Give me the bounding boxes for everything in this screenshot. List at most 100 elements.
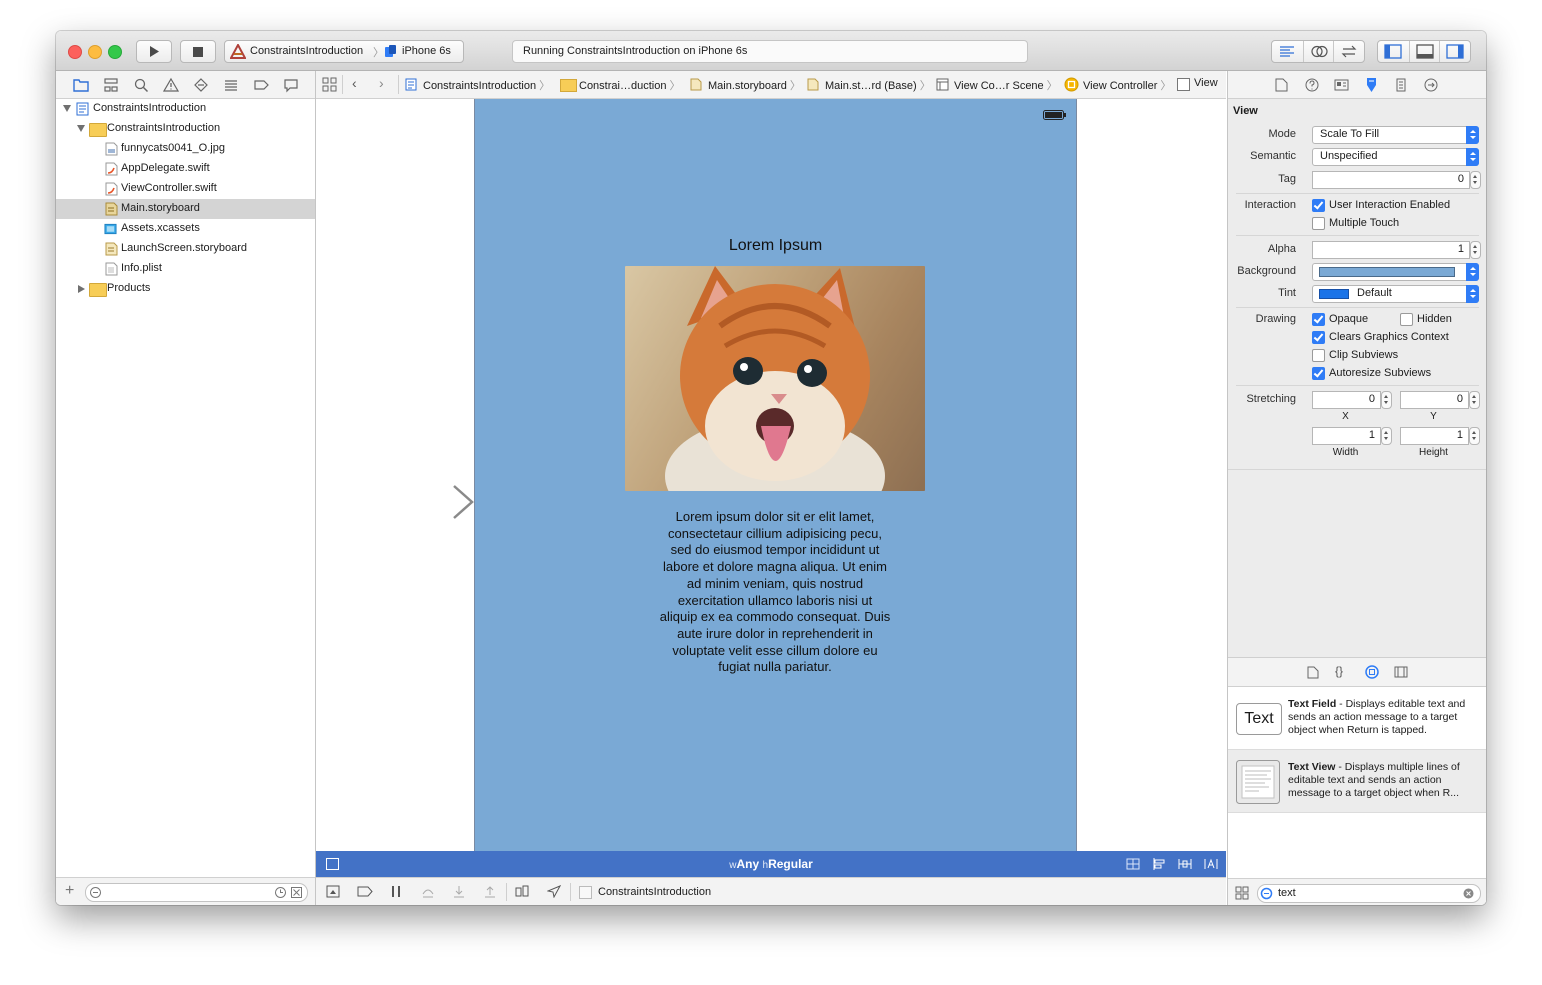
align-icon[interactable] [1152, 858, 1166, 870]
tag-stepper[interactable] [1470, 171, 1481, 189]
user-interaction-checkbox[interactable] [1312, 199, 1325, 212]
recent-files-icon[interactable] [274, 886, 287, 899]
scheme-selector[interactable]: ConstraintsIntroduction 〉 iPhone 6s [224, 40, 464, 63]
resolve-issues-icon[interactable] [1204, 858, 1218, 870]
object-library-icon[interactable] [1365, 665, 1379, 679]
back-icon[interactable]: ‹ [352, 75, 357, 91]
zoom-button[interactable] [108, 45, 122, 59]
background-color-popup[interactable] [1312, 263, 1479, 281]
step-into-icon[interactable] [453, 885, 465, 898]
media-library-icon[interactable] [1394, 666, 1408, 678]
toggle-debug-button[interactable] [1409, 41, 1440, 62]
standard-editor-button[interactable] [1272, 41, 1302, 62]
pause-icon[interactable] [390, 885, 402, 898]
assistant-editor-button[interactable] [1303, 41, 1334, 62]
breadcrumb-item[interactable]: ConstraintsIntroduction 〉 [423, 77, 550, 93]
tree-row-project[interactable]: ConstraintsIntroduction [56, 99, 315, 119]
stretch-x-stepper[interactable] [1381, 391, 1392, 409]
breadcrumb-item[interactable]: Main.storyboard 〉 [708, 77, 801, 93]
file-template-icon[interactable] [1307, 666, 1319, 679]
grid-view-icon[interactable] [1235, 886, 1249, 900]
tree-row-file-selected[interactable]: Main.storyboard [56, 199, 315, 219]
multiple-touch-checkbox[interactable] [1312, 217, 1325, 230]
add-icon[interactable]: + [65, 882, 74, 900]
search-icon[interactable] [133, 77, 149, 93]
tree-row-file[interactable]: AppDelegate.swift [56, 159, 315, 179]
library-filter-input[interactable]: text [1257, 884, 1481, 903]
toggle-navigator-button[interactable] [1378, 41, 1408, 62]
stretch-width-field[interactable]: 1 [1312, 427, 1381, 445]
breadcrumb-item[interactable]: Main.st…rd (Base) 〉 [825, 77, 931, 93]
semantic-popup[interactable]: Unspecified [1312, 148, 1479, 166]
size-class-button[interactable]: wAny hRegular [316, 857, 1226, 871]
title-label[interactable]: Lorem Ipsum [475, 237, 1076, 255]
tree-row-group[interactable]: Products [56, 279, 315, 299]
breadcrumb-item[interactable]: Constrai…duction 〉 [579, 77, 680, 93]
breadcrumb-item[interactable]: View Co…r Scene 〉 [954, 77, 1058, 93]
code-snippet-icon[interactable]: {} [1335, 664, 1343, 678]
breakpoints-toggle-icon[interactable] [357, 885, 373, 898]
stretch-y-field[interactable]: 0 [1400, 391, 1469, 409]
stretch-height-field[interactable]: 1 [1400, 427, 1469, 445]
view-controller-scene[interactable]: Lorem Ipsum Lorem ipsum dolor sit er eli… [474, 99, 1077, 851]
clear-icon[interactable] [1463, 888, 1474, 899]
step-out-icon[interactable] [484, 885, 496, 898]
warning-icon[interactable] [163, 77, 179, 93]
opaque-checkbox[interactable] [1312, 313, 1325, 326]
folder-icon[interactable] [73, 77, 89, 93]
related-items-icon[interactable] [322, 77, 337, 92]
hierarchy-icon[interactable] [103, 77, 119, 93]
clears-graphics-context-checkbox[interactable] [1312, 331, 1325, 344]
tree-row-file[interactable]: LaunchScreen.storyboard [56, 239, 315, 259]
clip-subviews-checkbox[interactable] [1312, 349, 1325, 362]
disclosure-open-icon[interactable] [77, 125, 85, 132]
alpha-field[interactable]: 1 [1312, 241, 1470, 259]
toggle-utilities-button[interactable] [1439, 41, 1470, 62]
tree-row-group[interactable]: ConstraintsIntroduction [56, 119, 315, 139]
minimize-button[interactable] [88, 45, 102, 59]
step-over-icon[interactable] [421, 885, 435, 898]
autoresize-subviews-checkbox[interactable] [1312, 367, 1325, 380]
pin-icon[interactable] [1178, 858, 1192, 870]
stretch-height-stepper[interactable] [1469, 427, 1480, 445]
identity-inspector-icon[interactable] [1334, 78, 1349, 92]
version-editor-button[interactable] [1333, 41, 1364, 62]
test-icon[interactable] [193, 77, 209, 93]
attributes-inspector-icon[interactable] [1364, 77, 1379, 93]
tag-field[interactable]: 0 [1312, 171, 1470, 189]
tree-row-file[interactable]: ViewController.swift [56, 179, 315, 199]
file-inspector-icon[interactable] [1275, 78, 1288, 92]
size-inspector-icon[interactable] [1396, 78, 1406, 92]
forward-icon[interactable]: › [379, 75, 384, 91]
tint-popup[interactable]: Default [1312, 285, 1479, 303]
run-button[interactable] [136, 40, 172, 63]
library-item-text-view[interactable]: Text View - Displays multiple lines of e… [1228, 750, 1486, 813]
body-text-label[interactable]: Lorem ipsum dolor sit er elit lamet, con… [659, 509, 891, 676]
mode-popup[interactable]: Scale To Fill [1312, 126, 1479, 144]
kitten-image[interactable] [625, 266, 925, 491]
help-icon[interactable] [1305, 78, 1319, 92]
view-debugger-icon[interactable] [515, 885, 529, 898]
stretch-y-stepper[interactable] [1469, 391, 1480, 409]
debug-icon[interactable] [223, 77, 239, 93]
close-button[interactable] [68, 45, 82, 59]
tree-row-file[interactable]: Assets.xcassets [56, 219, 315, 239]
alpha-stepper[interactable] [1470, 241, 1481, 259]
report-icon[interactable] [283, 77, 299, 93]
navigator-filter-input[interactable] [85, 883, 308, 902]
stretch-x-field[interactable]: 0 [1312, 391, 1381, 409]
tree-row-file[interactable]: Info.plist [56, 259, 315, 279]
location-icon[interactable] [547, 885, 561, 898]
process-label[interactable]: ConstraintsIntroduction [598, 886, 711, 898]
hidden-checkbox[interactable] [1400, 313, 1413, 326]
breadcrumb-item[interactable]: View [1194, 77, 1218, 89]
stack-icon[interactable] [1126, 858, 1140, 870]
breakpoint-icon[interactable] [253, 77, 269, 93]
stretch-width-stepper[interactable] [1381, 427, 1392, 445]
hide-debug-area-icon[interactable] [326, 885, 340, 898]
storyboard-canvas[interactable]: Lorem Ipsum Lorem ipsum dolor sit er eli… [316, 99, 1226, 851]
connections-inspector-icon[interactable] [1424, 78, 1438, 92]
breadcrumb-item[interactable]: View Controller 〉 [1083, 77, 1171, 93]
tree-row-file[interactable]: funnycats0041_O.jpg [56, 139, 315, 159]
disclosure-closed-icon[interactable] [78, 285, 85, 293]
